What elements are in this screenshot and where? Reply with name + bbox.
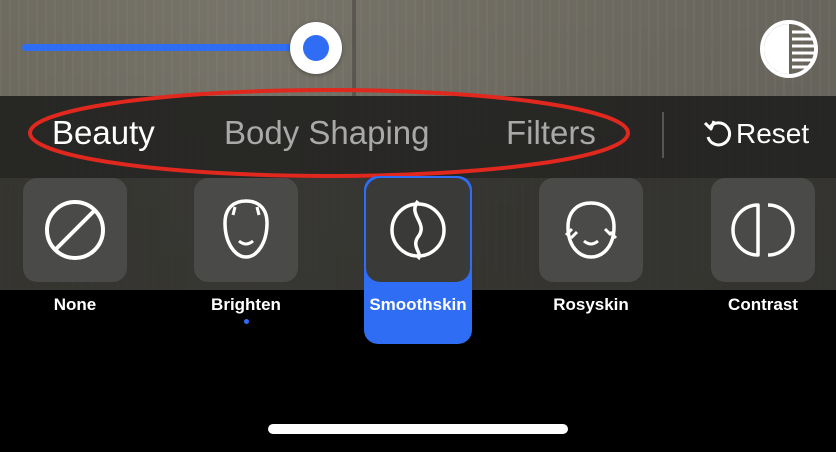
intensity-slider[interactable] [22, 20, 342, 76]
applied-indicator-dot [243, 319, 249, 324]
none-icon [45, 200, 105, 260]
reset-label: Reset [736, 118, 810, 149]
slider-thumb[interactable] [290, 22, 342, 74]
effect-label: Rosyskin [553, 295, 629, 314]
effect-tile [711, 178, 815, 282]
effect-label: Brighten [211, 295, 281, 314]
effect-label: None [53, 295, 97, 314]
effect-tile [366, 178, 470, 282]
slider-track-fill [22, 44, 316, 51]
brighten-face-icon [223, 199, 269, 259]
effect-brighten[interactable]: Brighten [192, 176, 300, 324]
compare-contrast-icon [760, 20, 818, 78]
effect-label: Contrast [728, 295, 798, 314]
effect-none[interactable]: None [21, 176, 129, 315]
reset-button[interactable]: Reset [702, 114, 809, 154]
compare-button[interactable] [758, 18, 820, 80]
reset-icon [703, 120, 732, 147]
effect-tile [23, 178, 127, 282]
tab-divider [662, 112, 664, 158]
tab-body-shaping[interactable]: Body Shaping [224, 114, 430, 152]
effect-tile [539, 178, 643, 282]
effect-contrast[interactable]: Contrast [709, 176, 817, 315]
effect-tile [194, 178, 298, 282]
effect-label: Smoothskin [369, 295, 467, 314]
contrast-icon [731, 203, 795, 257]
tab-beauty[interactable]: Beauty [52, 114, 155, 152]
smoothskin-icon [390, 199, 446, 261]
effect-rosyskin[interactable]: Rosyskin [537, 176, 645, 315]
home-indicator[interactable] [268, 424, 568, 434]
rosyskin-face-icon [564, 201, 618, 259]
tab-filters[interactable]: Filters [506, 114, 596, 152]
effect-smoothskin[interactable]: Smoothskin [364, 176, 472, 344]
preview-seam [352, 0, 356, 96]
